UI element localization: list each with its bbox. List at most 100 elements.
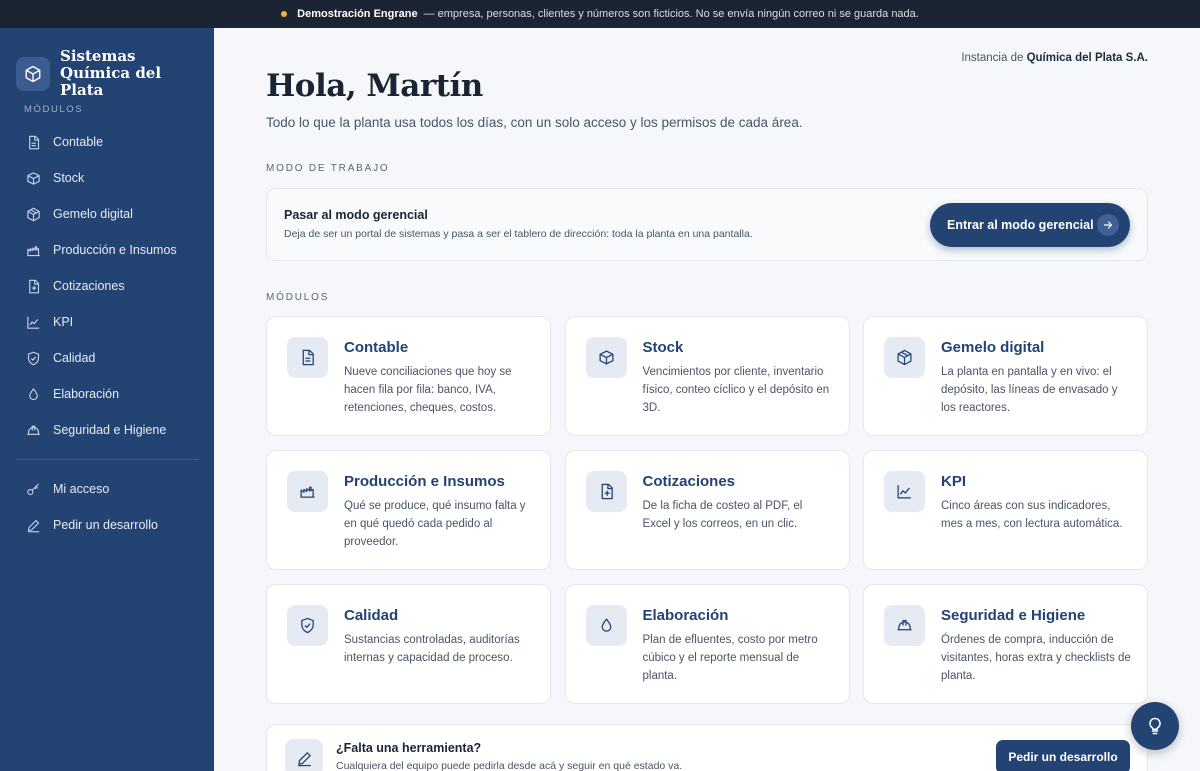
pencil-icon: [27, 519, 40, 532]
chart-line-icon: [884, 471, 925, 512]
tool-request-card: ¿Falta una herramienta? Cualquiera del e…: [266, 724, 1148, 771]
sidebar-item-produccion-insumos[interactable]: Producción e Insumos: [16, 232, 200, 268]
instance-label: Instancia de Química del Plata S.A.: [961, 52, 1148, 64]
module-description: Cinco áreas con sus indicadores, mes a m…: [941, 500, 1123, 530]
sidebar-section-label: MÓDULOS: [24, 104, 84, 115]
pencil-icon: [285, 739, 323, 771]
sidebar-item-label: Stock: [53, 171, 85, 185]
factory-icon: [27, 245, 40, 256]
module-description: Sustancias controladas, auditorías inter…: [344, 634, 520, 664]
module-title: Seguridad e Higiene: [941, 607, 1086, 624]
sidebar-item-label: Seguridad e Higiene: [53, 423, 167, 437]
hard-hat-icon: [884, 605, 925, 646]
module-card-produccion-insumos[interactable]: Producción e Insumos Qué se produce, qué…: [266, 450, 551, 570]
sidebar-item-label: Pedir un desarrollo: [53, 518, 158, 532]
main-content: Instancia de Química del Plata S.A. Hola…: [214, 28, 1200, 771]
module-description: Qué se produce, qué insumo falta y en qu…: [344, 500, 526, 548]
demo-banner: Demostración Engrane — empresa, personas…: [0, 0, 1200, 28]
module-card-elaboracion[interactable]: Elaboración Plan de efluentes, costo por…: [564, 584, 850, 704]
sidebar-item-label: KPI: [53, 315, 74, 329]
sidebar: Sistemas Química del Plata MÓDULOS Conta…: [0, 28, 214, 771]
page-title: Hola, Martín: [266, 68, 483, 104]
key-icon: [27, 482, 39, 495]
brand-name: Sistemas Química del Plata: [60, 47, 162, 99]
instance-name: Química del Plata S.A.: [1026, 52, 1148, 64]
module-title: KPI: [941, 473, 967, 490]
sidebar-item-label: Mi acceso: [53, 482, 110, 496]
mode-description: Deja de ser un portal de sistemas y pasa…: [284, 228, 753, 240]
tool-request-title: ¿Falta una herramienta?: [336, 741, 482, 755]
drop-icon: [29, 387, 38, 400]
chart-line-icon: [27, 316, 40, 329]
sidebar-item-kpi[interactable]: KPI: [16, 304, 200, 340]
sidebar-item-mi-acceso[interactable]: Mi acceso: [16, 471, 200, 507]
sidebar-item-label: Gemelo digital: [53, 207, 133, 221]
module-card-kpi[interactable]: KPI Cinco áreas con sus indicadores, mes…: [863, 450, 1148, 570]
module-card-seguridad-higiene[interactable]: Seguridad e Higiene Órdenes de compra, i…: [863, 584, 1148, 704]
page-subtitle: Todo lo que la planta usa todos los días…: [266, 115, 803, 130]
factory-icon: [287, 471, 328, 512]
module-description: Órdenes de compra, inducción de visitant…: [941, 634, 1131, 682]
status-dot-icon: [281, 11, 288, 17]
drop-icon: [585, 605, 627, 646]
module-title: Stock: [642, 339, 684, 356]
sidebar-nav: Contable Stock Gemelo digital Producción…: [16, 124, 200, 448]
sidebar-divider: [16, 459, 199, 460]
button-label: Entrar al modo gerencial: [947, 218, 1094, 232]
help-lightbulb-button[interactable]: [1131, 702, 1179, 750]
sidebar-item-pedir-desarrollo[interactable]: Pedir un desarrollo: [16, 507, 200, 543]
box-icon: [27, 171, 40, 185]
module-description: De la ficha de costeo al PDF, el Excel y…: [642, 500, 803, 530]
module-description: Vencimientos por cliente, inventario fís…: [642, 366, 830, 414]
mode-card: Pasar al modo gerencial Deja de ser un p…: [266, 188, 1148, 261]
module-title: Gemelo digital: [941, 339, 1045, 356]
module-description: Plan de efluentes, costo por metro cúbic…: [642, 634, 818, 682]
module-card-stock[interactable]: Stock Vencimientos por cliente, inventar…: [564, 316, 850, 436]
sidebar-item-cotizaciones[interactable]: Cotizaciones: [16, 268, 200, 304]
document-plus-icon: [585, 471, 627, 512]
sidebar-item-calidad[interactable]: Calidad: [16, 340, 200, 376]
document-icon: [287, 337, 328, 378]
shield-check-icon: [27, 351, 40, 365]
modules-grid: Contable Nueve conciliaciones que hoy se…: [266, 316, 1148, 704]
sidebar-item-label: Contable: [53, 135, 104, 149]
sidebar-item-contable[interactable]: Contable: [16, 124, 200, 160]
sidebar-item-seguridad-higiene[interactable]: Seguridad e Higiene: [16, 412, 200, 448]
brand[interactable]: Sistemas Química del Plata: [16, 48, 200, 99]
sidebar-item-label: Calidad: [53, 351, 96, 365]
module-description: Nueve conciliaciones que hoy se hacen fi…: [344, 366, 512, 414]
module-card-calidad[interactable]: Calidad Sustancias controladas, auditorí…: [266, 584, 551, 704]
cube-logo-icon: [16, 56, 50, 91]
mode-section-label: MODO DE TRABAJO: [266, 163, 390, 174]
enter-management-mode-button[interactable]: Entrar al modo gerencial: [930, 203, 1130, 247]
sidebar-item-label: Producción e Insumos: [53, 243, 177, 257]
hard-hat-icon: [27, 425, 40, 435]
mode-title: Pasar al modo gerencial: [284, 208, 428, 222]
module-description: La planta en pantalla y en vivo: el depó…: [941, 366, 1118, 414]
module-title: Producción e Insumos: [344, 473, 505, 490]
sidebar-item-gemelo-digital[interactable]: Gemelo digital: [16, 196, 200, 232]
sidebar-item-label: Cotizaciones: [53, 279, 125, 293]
request-development-button[interactable]: Pedir un desarrollo: [996, 740, 1130, 771]
banner-text: — empresa, personas, clientes y números …: [423, 8, 919, 20]
module-title: Elaboración: [642, 607, 729, 624]
cube-icon: [884, 337, 925, 378]
shield-check-icon: [287, 605, 328, 646]
module-title: Cotizaciones: [642, 473, 736, 490]
module-card-cotizaciones[interactable]: Cotizaciones De la ficha de costeo al PD…: [564, 450, 850, 570]
document-plus-icon: [29, 279, 40, 293]
sidebar-item-label: Elaboración: [53, 387, 120, 401]
module-card-contable[interactable]: Contable Nueve conciliaciones que hoy se…: [266, 316, 551, 436]
module-title: Calidad: [344, 607, 399, 624]
lightbulb-icon: [1149, 717, 1161, 735]
arrow-right-icon: [1097, 214, 1119, 236]
sidebar-item-elaboracion[interactable]: Elaboración: [16, 376, 200, 412]
module-card-gemelo-digital[interactable]: Gemelo digital La planta en pantalla y e…: [863, 316, 1148, 436]
banner-strong: Demostración Engrane: [297, 8, 418, 20]
document-icon: [29, 135, 40, 149]
tool-request-description: Cualquiera del equipo puede pedirla desd…: [336, 760, 683, 771]
sidebar-secondary-nav: Mi acceso Pedir un desarrollo: [16, 471, 200, 543]
sidebar-item-stock[interactable]: Stock: [16, 160, 200, 196]
modules-section-label: MÓDULOS: [266, 292, 330, 303]
module-title: Contable: [344, 339, 409, 356]
